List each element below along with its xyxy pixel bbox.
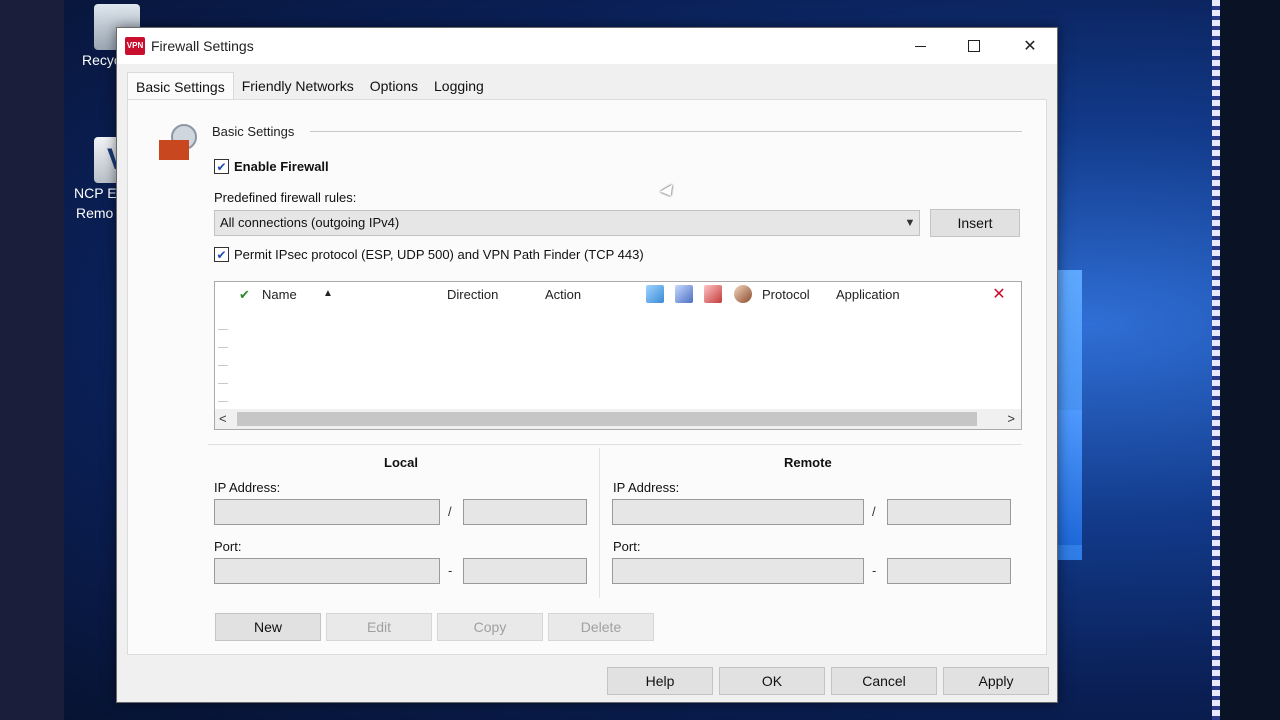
firewall-icon bbox=[159, 124, 197, 162]
remote-port-label: Port: bbox=[613, 539, 641, 554]
desktop-right-edge bbox=[1218, 0, 1280, 720]
delete-rule-button[interactable]: Delete bbox=[548, 613, 654, 641]
tab-options[interactable]: Options bbox=[362, 72, 426, 100]
tab-basic-settings[interactable]: Basic Settings bbox=[127, 72, 234, 100]
desktop-right-strip bbox=[1212, 0, 1220, 720]
auto-icon[interactable]: ✕ bbox=[989, 284, 1009, 304]
row-markers bbox=[218, 312, 228, 402]
scroll-right-icon[interactable]: > bbox=[1007, 411, 1015, 426]
tab-bar: Basic Settings Friendly Networks Options… bbox=[127, 72, 492, 100]
column-action[interactable]: Action bbox=[545, 287, 581, 302]
local-port-to-input[interactable] bbox=[463, 558, 587, 584]
local-title: Local bbox=[384, 455, 418, 470]
permit-ipsec-label: Permit IPsec protocol (ESP, UDP 500) and… bbox=[234, 247, 644, 262]
firewall-settings-window: VPN Firewall Settings ✕ Basic Settings F… bbox=[116, 27, 1058, 703]
remote-ip-separator: / bbox=[872, 504, 876, 519]
edit-rule-button[interactable]: Edit bbox=[326, 613, 432, 641]
desktop-left-edge bbox=[0, 0, 64, 720]
section-divider bbox=[310, 131, 1022, 132]
local-ip-label: IP Address: bbox=[214, 480, 281, 495]
scroll-left-icon[interactable]: < bbox=[219, 411, 227, 426]
local-port-label: Port: bbox=[214, 539, 242, 554]
permit-ipsec-checkbox[interactable]: ✔ bbox=[214, 247, 229, 262]
predefined-rules-label: Predefined firewall rules: bbox=[214, 190, 357, 205]
enable-firewall-checkbox[interactable]: ✔ bbox=[214, 159, 229, 174]
ok-button[interactable]: OK bbox=[719, 667, 825, 695]
enable-firewall-label: Enable Firewall bbox=[234, 159, 329, 174]
local-ip-separator: / bbox=[448, 504, 452, 519]
remote-port-from-input[interactable] bbox=[612, 558, 864, 584]
home-zone-icon[interactable] bbox=[734, 285, 752, 303]
local-ip-input[interactable] bbox=[214, 499, 440, 525]
local-port-from-input[interactable] bbox=[214, 558, 440, 584]
help-button[interactable]: Help bbox=[607, 667, 713, 695]
connected-network-icon[interactable] bbox=[675, 285, 693, 303]
windows-logo-pane bbox=[1058, 410, 1082, 545]
tab-friendly-networks[interactable]: Friendly Networks bbox=[234, 72, 362, 100]
tab-logging[interactable]: Logging bbox=[426, 72, 492, 100]
scrollbar-thumb[interactable] bbox=[237, 412, 977, 426]
remote-port-to-input[interactable] bbox=[887, 558, 1011, 584]
remote-ip-input[interactable] bbox=[612, 499, 864, 525]
local-port-separator: - bbox=[448, 563, 453, 578]
horizontal-scrollbar[interactable]: < > bbox=[215, 409, 1021, 429]
remote-ip-mask-input[interactable] bbox=[887, 499, 1011, 525]
chevron-down-icon[interactable]: ▼ bbox=[902, 212, 918, 234]
maximize-icon bbox=[968, 40, 980, 52]
local-ip-mask-input[interactable] bbox=[463, 499, 587, 525]
minimize-button[interactable] bbox=[897, 28, 943, 64]
column-name[interactable]: Name bbox=[262, 287, 297, 302]
window-title: Firewall Settings bbox=[151, 38, 254, 54]
basic-settings-panel: Basic Settings ✔ Enable Firewall Predefi… bbox=[127, 99, 1047, 655]
enabled-column-icon[interactable]: ✔ bbox=[239, 287, 250, 303]
vpn-app-icon: VPN bbox=[125, 37, 145, 55]
local-remote-divider bbox=[599, 448, 600, 598]
close-button[interactable]: ✕ bbox=[1007, 28, 1053, 64]
minimize-icon bbox=[914, 45, 926, 47]
section-title: Basic Settings bbox=[212, 124, 295, 139]
group-divider bbox=[208, 444, 1022, 445]
firewall-rules-table[interactable]: ✔ Name ▲ Direction Action Protocol Appli… bbox=[214, 281, 1022, 430]
close-icon: ✕ bbox=[1023, 38, 1037, 55]
column-protocol[interactable]: Protocol bbox=[762, 287, 810, 302]
apply-button[interactable]: Apply bbox=[943, 667, 1049, 695]
table-header: ✔ Name ▲ Direction Action Protocol Appli… bbox=[215, 282, 1021, 307]
insert-button[interactable]: Insert bbox=[930, 209, 1020, 237]
predefined-rules-dropdown[interactable]: All connections (outgoing IPv4) bbox=[214, 210, 920, 236]
checkmark-icon: ✔ bbox=[216, 247, 227, 262]
column-application[interactable]: Application bbox=[836, 287, 900, 302]
remote-ip-label: IP Address: bbox=[613, 480, 680, 495]
network-type-icon[interactable] bbox=[646, 285, 664, 303]
disconnected-network-icon[interactable] bbox=[704, 285, 722, 303]
copy-rule-button[interactable]: Copy bbox=[437, 613, 543, 641]
title-bar[interactable]: VPN Firewall Settings ✕ bbox=[117, 28, 1057, 64]
checkmark-icon: ✔ bbox=[216, 159, 227, 174]
new-rule-button[interactable]: New bbox=[215, 613, 321, 641]
maximize-button[interactable] bbox=[951, 28, 997, 64]
remote-port-separator: - bbox=[872, 563, 877, 578]
sort-ascending-icon: ▲ bbox=[323, 288, 333, 299]
remote-title: Remote bbox=[784, 455, 832, 470]
cancel-button[interactable]: Cancel bbox=[831, 667, 937, 695]
column-direction[interactable]: Direction bbox=[447, 287, 498, 302]
